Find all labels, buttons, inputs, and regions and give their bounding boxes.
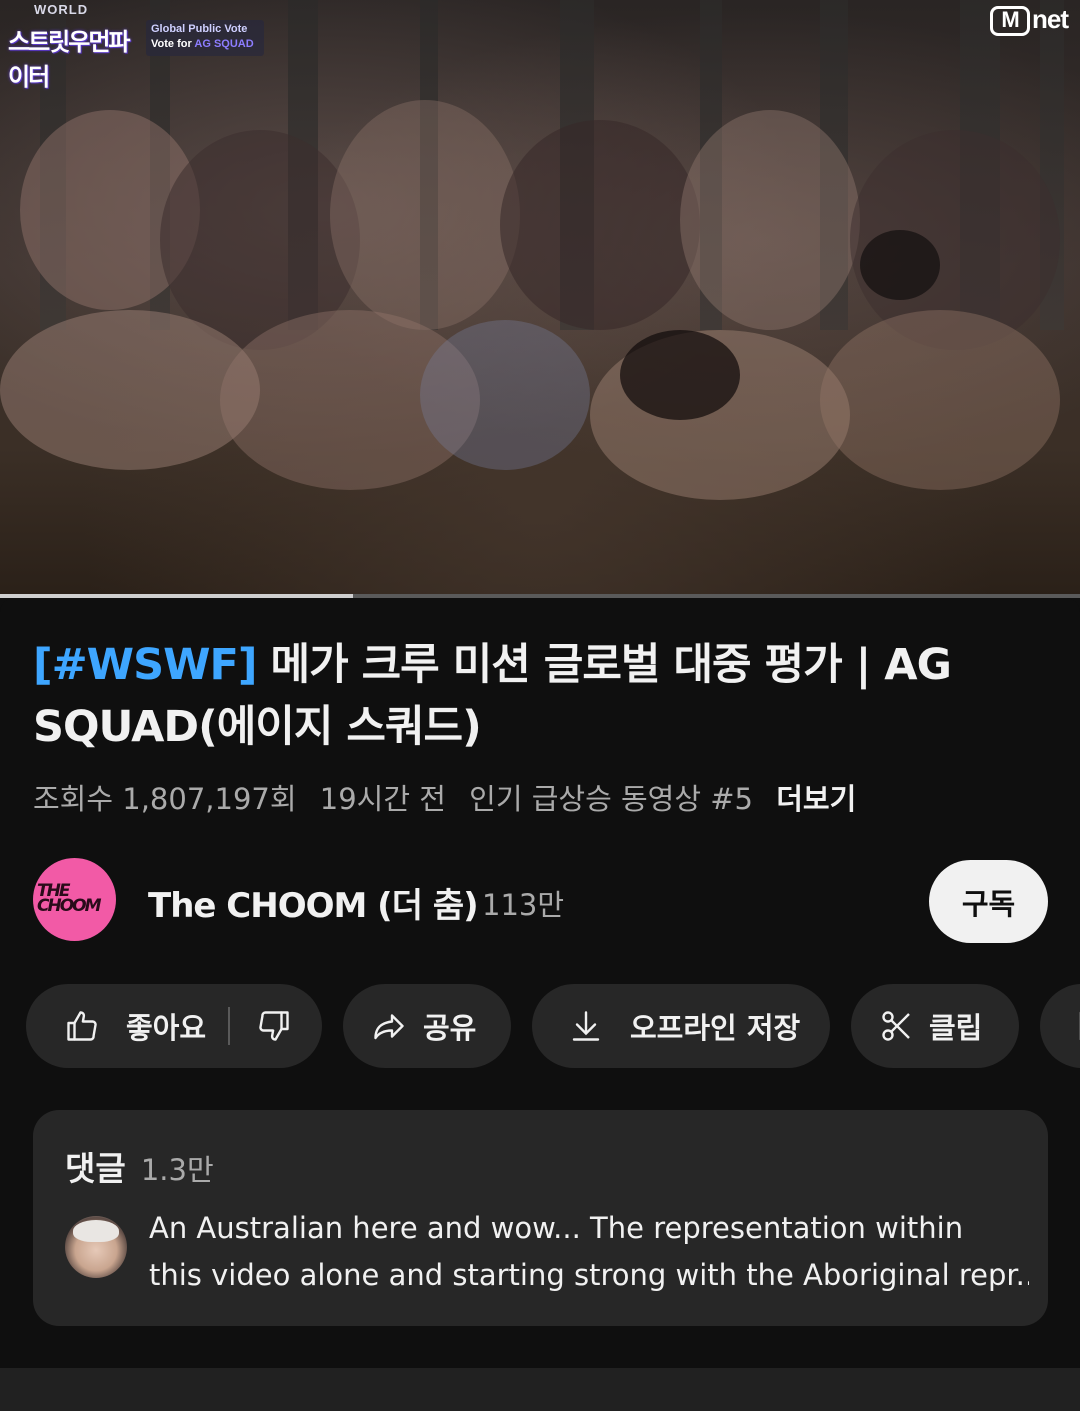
- subscribe-button[interactable]: 구독: [929, 860, 1048, 943]
- show-logo-top-text: WORLD: [34, 2, 89, 17]
- download-label: 오프라인 저장: [630, 1011, 801, 1045]
- show-logo-title: 스트릿우먼파이터: [8, 28, 130, 91]
- video-info-panel: [#WSWF] 메가 크루 미션 글로벌 대중 평가 | AG SQUAD(에이…: [0, 598, 1080, 1368]
- commenter-avatar: [65, 1216, 127, 1278]
- broadcaster-logo: Mnet: [990, 4, 1069, 40]
- more-button[interactable]: 더보기: [776, 782, 856, 816]
- save-icon: [1079, 1011, 1080, 1041]
- broadcaster-logo-mark: M: [990, 6, 1030, 37]
- subscriber-count: 113만: [482, 888, 565, 922]
- show-logo: WORLD 스트릿우먼파이터: [8, 2, 148, 91]
- share-label: 공유: [423, 1011, 477, 1045]
- download-icon: [572, 1011, 600, 1041]
- video-metadata[interactable]: 조회수 1,807,197회 19시간 전 인기 급상승 동영상 #5 더보기: [33, 776, 870, 818]
- top-comment-line1: An Australian here and wow... The repres…: [149, 1211, 964, 1245]
- broadcaster-logo-text: net: [1032, 4, 1069, 34]
- vote-badge-line2: Vote for AG SQUAD: [151, 37, 259, 52]
- vote-badge-line1: Global Public Vote: [151, 23, 248, 35]
- top-comment-text: An Australian here and wow... The repres…: [149, 1205, 1029, 1299]
- channel-name[interactable]: The CHOOM (더 춤): [148, 878, 479, 927]
- thumbs-down-icon: [259, 1011, 289, 1041]
- comments-panel[interactable]: 댓글 1.3만 An Australian here and wow... Th…: [33, 1110, 1048, 1326]
- video-player[interactable]: WORLD 스트릿우먼파이터 Global Public Vote Vote f…: [0, 0, 1080, 598]
- video-title[interactable]: [#WSWF] 메가 크루 미션 글로벌 대중 평가 | AG SQUAD(에이…: [33, 634, 1033, 758]
- comments-count: 1.3만: [140, 1153, 214, 1187]
- video-title-hashtag[interactable]: [#WSWF]: [33, 640, 258, 690]
- like-button[interactable]: 좋아요: [64, 1005, 206, 1047]
- channel-avatar-text: THE CHOOM: [37, 883, 102, 916]
- vote-badge-team: AG SQUAD: [194, 38, 254, 50]
- channel-avatar[interactable]: THE CHOOM: [33, 858, 116, 941]
- top-comment-line2: this video alone and starting strong wit…: [149, 1258, 1029, 1292]
- trending-rank: 인기 급상승 동영상 #5: [469, 782, 753, 816]
- bottom-sheet-edge: [0, 1368, 1080, 1411]
- like-dislike-pill: 좋아요: [26, 984, 322, 1068]
- action-bar: 좋아요 공유 오프라인 저장 클립: [26, 984, 1080, 1068]
- vote-badge: Global Public Vote Vote for AG SQUAD: [146, 20, 264, 56]
- channel-avatar-text-line2: CHOOM: [37, 896, 102, 916]
- view-count: 조회수 1,807,197회: [33, 782, 297, 816]
- clip-label: 클립: [929, 1011, 983, 1045]
- comments-title: 댓글: [65, 1149, 126, 1188]
- share-icon: [374, 1014, 404, 1040]
- clip-button[interactable]: 클립: [851, 984, 1019, 1068]
- scissors-icon: [882, 1011, 910, 1041]
- dislike-button[interactable]: [256, 1008, 292, 1044]
- channel-row: THE CHOOM The CHOOM (더 춤) 113만 구독: [33, 858, 1048, 944]
- like-label: 좋아요: [126, 1011, 207, 1045]
- vote-badge-prefix: Vote for: [151, 38, 195, 50]
- share-button[interactable]: 공유: [343, 984, 511, 1068]
- save-button[interactable]: [1040, 984, 1080, 1068]
- thumbs-up-icon: [67, 1011, 97, 1041]
- download-button[interactable]: 오프라인 저장: [532, 984, 830, 1068]
- like-divider: [228, 1007, 231, 1045]
- video-watch-page: WORLD 스트릿우먼파이터 Global Public Vote Vote f…: [0, 0, 1080, 1411]
- upload-time: 19시간 전: [319, 782, 446, 816]
- commenter-avatar-hair: [73, 1220, 119, 1242]
- dancers-crowd: [0, 90, 1080, 550]
- comments-header: 댓글 1.3만: [65, 1142, 214, 1190]
